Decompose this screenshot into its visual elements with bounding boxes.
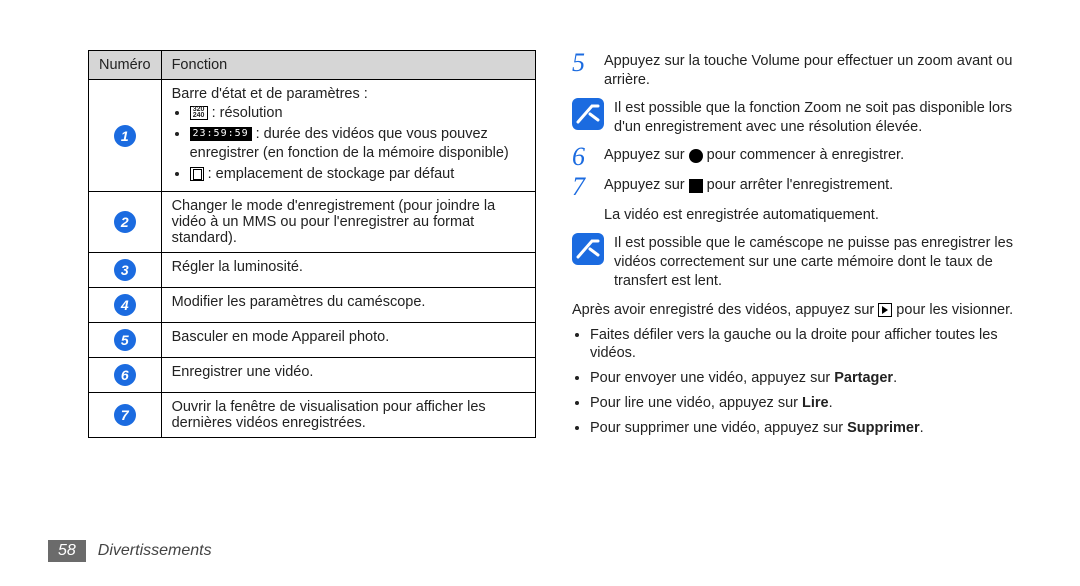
function-table: Numéro Fonction 1 Barre d'état et de par… [88,50,536,438]
actions-list: Faites défiler vers la gauche ou la droi… [572,326,1020,438]
note-slow-card: Il est possible que le caméscope ne puis… [572,233,1020,291]
note-zoom: Il est possible que la fonction Zoom ne … [572,98,1020,137]
step-7: 7 Appuyez sur pour arrêter l'enregistrem… [572,174,1020,200]
page-number: 58 [48,540,86,562]
list-item: Faites défiler vers la gauche ou la droi… [590,326,1020,364]
row-badge-3: 3 [114,259,136,281]
duration-icon: 23:59:59 [190,127,252,141]
th-fonction: Fonction [161,51,535,80]
list-item: Pour supprimer une vidéo, appuyez sur Su… [590,419,1020,438]
table-row: 6 Enregistrer une vidéo. [89,358,536,393]
row-badge-5: 5 [114,329,136,351]
row1-title: Barre d'état et de paramètres : [172,86,525,102]
th-numero: Numéro [89,51,162,80]
row-badge-6: 6 [114,364,136,386]
row-badge-2: 2 [114,211,136,233]
table-row: 1 Barre d'état et de paramètres : 320 24… [89,80,536,192]
note-icon [572,233,604,265]
row-badge-4: 4 [114,294,136,316]
step-5: 5 Appuyez sur la touche Volume pour effe… [572,50,1020,90]
row1-dur: 23:59:59 : durée des vidéos que vous pou… [190,125,525,163]
step-6: 6 Appuyez sur pour commencer à enregistr… [572,144,1020,170]
stop-icon [689,179,703,193]
storage-icon [190,167,204,181]
auto-save-line: La vidéo est enregistrée automatiquement… [604,206,1020,225]
row1-store: : emplacement de stockage par défaut [190,165,525,184]
step-number: 6 [572,144,594,170]
step-number: 5 [572,50,594,90]
list-item: Pour envoyer une vidéo, appuyez sur Part… [590,369,1020,388]
resolution-icon: 320 240 [190,106,208,120]
page-footer: 58 Divertissements [48,540,212,562]
step-number: 7 [572,174,594,200]
row-badge-1: 1 [114,125,136,147]
table-row: 4 Modifier les paramètres du caméscope. [89,288,536,323]
table-row: 3 Régler la luminosité. [89,253,536,288]
play-icon [878,303,892,317]
record-icon [689,149,703,163]
note-icon [572,98,604,130]
table-row: 2 Changer le mode d'enregistrement (pour… [89,192,536,253]
row1-res: 320 240 : résolution [190,104,525,123]
list-item: Pour lire une vidéo, appuyez sur Lire. [590,394,1020,413]
table-row: 7 Ouvrir la fenêtre de visualisation pou… [89,393,536,438]
row-badge-7: 7 [114,404,136,426]
section-title: Divertissements [98,542,212,560]
table-row: 5 Basculer en mode Appareil photo. [89,323,536,358]
after-record-line: Après avoir enregistré des vidéos, appuy… [572,301,1020,320]
